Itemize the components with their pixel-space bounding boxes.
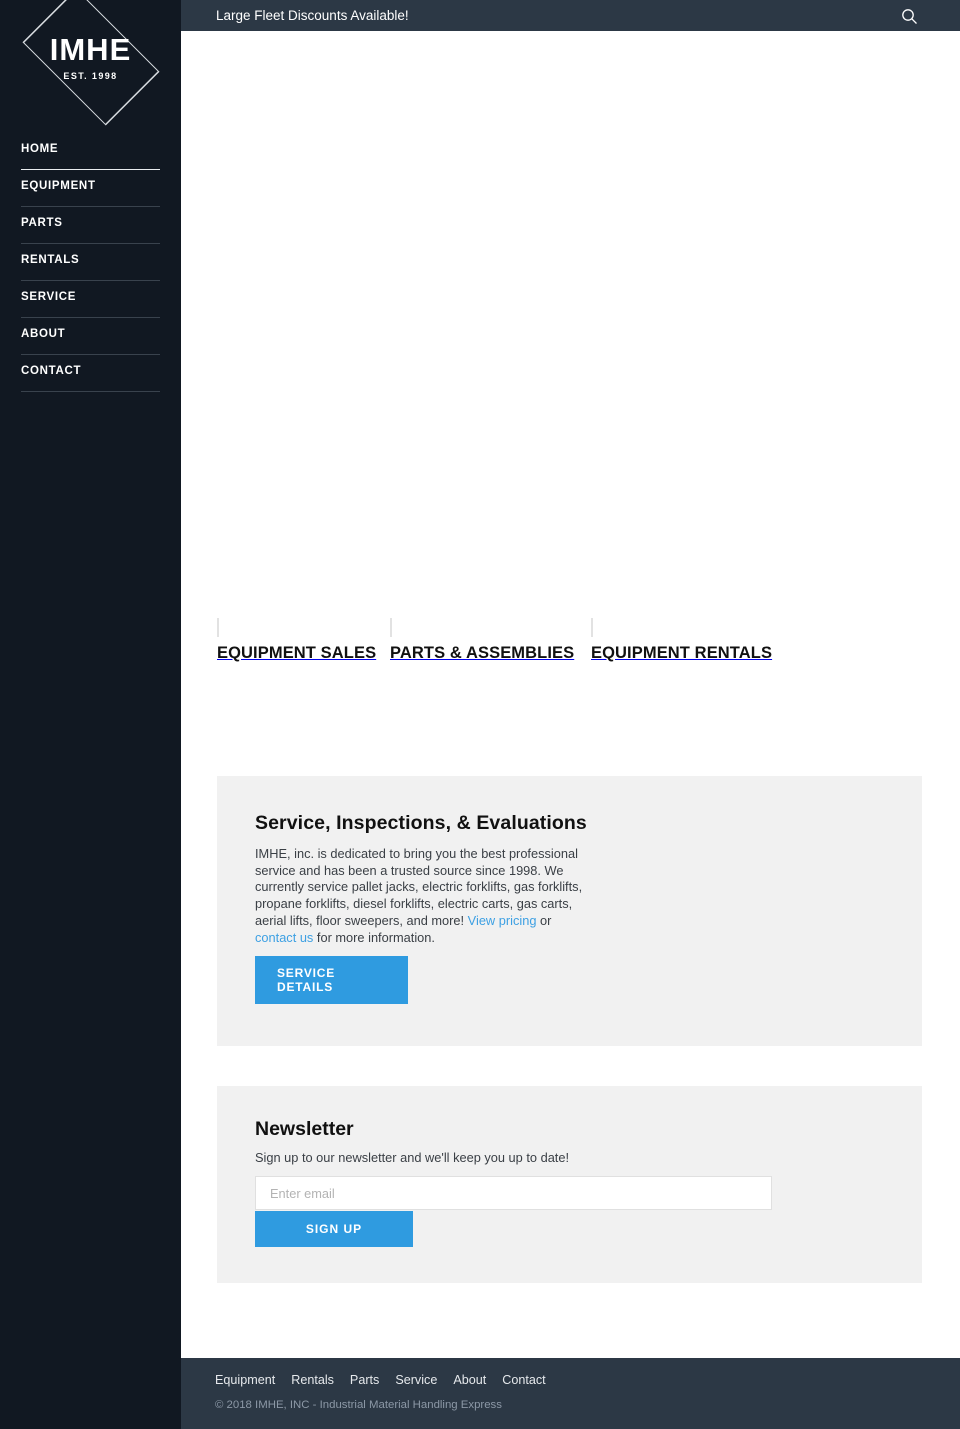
footer-link-service[interactable]: Service — [395, 1373, 437, 1387]
logo-text: IMHE — [49, 31, 132, 67]
sidebar-item-equipment[interactable]: EQUIPMENT — [21, 170, 160, 207]
footer-copyright: © 2018 IMHE, INC - Industrial Material H… — [215, 1399, 502, 1411]
page-root: IMHE EST. 1998 HOME EQUIPMENT PARTS RENT… — [0, 0, 960, 1429]
newsletter-title: Newsletter — [255, 1118, 354, 1140]
service-details-button[interactable]: SERVICE DETAILS — [255, 956, 408, 1004]
sidebar-item-label: RENTALS — [21, 254, 80, 266]
service-details-line-2: DETAILS — [277, 980, 334, 994]
sidebar-item-label: HOME — [21, 143, 59, 155]
service-description: IMHE, inc. is dedicated to bring you the… — [255, 846, 591, 946]
category-image-placeholder — [390, 618, 392, 637]
category-card-equipment-rentals[interactable]: EQUIPMENT RENTALS — [591, 618, 774, 663]
sidebar-item-home[interactable]: HOME — [21, 133, 160, 170]
top-announcement-bar: Large Fleet Discounts Available! — [181, 0, 960, 31]
sidebar-item-about[interactable]: ABOUT — [21, 318, 160, 355]
sidebar-item-label: CONTACT — [21, 365, 82, 377]
category-image-placeholder — [591, 618, 593, 637]
sidebar-item-rentals[interactable]: RENTALS — [21, 244, 160, 281]
announcement-text: Large Fleet Discounts Available! — [216, 8, 409, 23]
newsletter-email-input[interactable] — [255, 1176, 772, 1210]
sidebar-item-label: PARTS — [21, 217, 63, 229]
logo[interactable]: IMHE EST. 1998 — [0, 0, 181, 126]
category-card-parts-assemblies[interactable]: PARTS & ASSEMBLIES — [390, 618, 575, 663]
footer-link-about[interactable]: About — [453, 1373, 486, 1387]
sidebar-item-parts[interactable]: PARTS — [21, 207, 160, 244]
logo-diamond-shape: IMHE EST. 1998 — [15, 0, 167, 126]
footer-links: Equipment Rentals Parts Service About Co… — [215, 1373, 546, 1387]
category-card-label: EQUIPMENT SALES — [217, 644, 377, 662]
category-card-equipment-sales[interactable]: EQUIPMENT SALES — [217, 618, 377, 663]
footer-link-contact[interactable]: Contact — [502, 1373, 545, 1387]
category-card-label: EQUIPMENT RENTALS — [591, 644, 773, 662]
contact-us-link[interactable]: contact us — [255, 930, 313, 945]
service-panel: Service, Inspections, & Evaluations IMHE… — [217, 776, 922, 1046]
sidebar-item-label: SERVICE — [21, 291, 77, 303]
service-details-line-1: SERVICE — [277, 966, 336, 980]
footer: Equipment Rentals Parts Service About Co… — [181, 1358, 960, 1429]
category-card-label: PARTS & ASSEMBLIES — [390, 644, 575, 662]
service-body-part-3: for more information. — [313, 929, 435, 945]
view-pricing-link[interactable]: View pricing — [468, 913, 537, 928]
sidebar-nav: HOME EQUIPMENT PARTS RENTALS SERVICE ABO… — [21, 133, 160, 392]
main-content: EQUIPMENT SALES PARTS & ASSEMBLIES EQUIP… — [181, 31, 960, 1358]
logo-established: EST. 1998 — [63, 70, 118, 81]
newsletter-panel: Newsletter Sign up to our newsletter and… — [217, 1086, 922, 1283]
search-icon — [901, 8, 917, 24]
footer-link-rentals[interactable]: Rentals — [291, 1373, 334, 1387]
newsletter-signup-button[interactable]: SIGN UP — [255, 1211, 413, 1247]
service-body-part-2: or — [536, 912, 552, 928]
search-button[interactable] — [900, 7, 918, 25]
sidebar: IMHE EST. 1998 HOME EQUIPMENT PARTS RENT… — [0, 0, 181, 1429]
sidebar-item-label: ABOUT — [21, 328, 66, 340]
sidebar-item-service[interactable]: SERVICE — [21, 281, 160, 318]
footer-link-parts[interactable]: Parts — [350, 1373, 379, 1387]
category-image-placeholder — [217, 618, 219, 637]
sidebar-item-contact[interactable]: CONTACT — [21, 355, 160, 392]
hero-banner — [181, 31, 960, 586]
footer-link-equipment[interactable]: Equipment — [215, 1373, 275, 1387]
newsletter-subtitle: Sign up to our newsletter and we'll keep… — [255, 1150, 570, 1165]
category-cards: EQUIPMENT SALES PARTS & ASSEMBLIES EQUIP… — [217, 588, 927, 778]
sidebar-item-label: EQUIPMENT — [21, 180, 96, 192]
service-title: Service, Inspections, & Evaluations — [255, 812, 587, 834]
